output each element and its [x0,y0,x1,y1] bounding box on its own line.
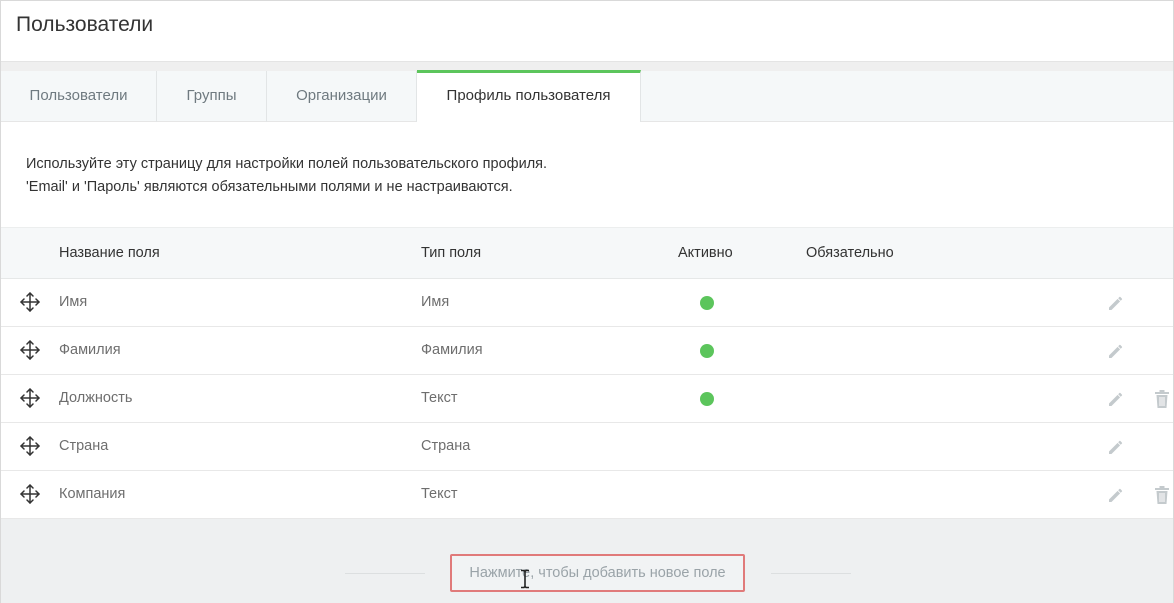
column-required: Обязательно [806,245,894,261]
field-type: Текст [421,390,458,406]
tab-organizations[interactable]: Организации [267,71,417,122]
active-status-dot [700,344,714,358]
tab-users[interactable]: Пользователи [1,71,157,122]
field-name: Компания [59,486,126,502]
pencil-icon[interactable] [1106,485,1126,505]
move-arrows-icon[interactable] [20,388,40,408]
active-status-dot [700,296,714,310]
field-type: Имя [421,294,450,310]
table-row: Компания Текст [1,471,1173,519]
add-field-area: Нажмите, чтобы добавить новое поле [1,519,1173,603]
tab-groups[interactable]: Группы [157,71,267,122]
table-row: Должность Текст [1,375,1173,423]
tab-bar: Пользователи Группы Организации Профиль … [1,70,1173,122]
field-name: Страна [59,438,109,454]
tab-user-profile[interactable]: Профиль пользователя [417,70,641,122]
page-header: Пользователи [1,1,1173,61]
table-row: Имя Имя [1,279,1173,327]
move-arrows-icon[interactable] [20,340,40,360]
active-status-dot [700,392,714,406]
table-row: Фамилия Фамилия [1,327,1173,375]
table-header: Название поля Тип поля Активно Обязатель… [1,227,1173,279]
field-name: Имя [59,294,88,310]
users-panel: Пользователи Пользователи Группы Организ… [0,0,1174,603]
description-line-1: Используйте эту страницу для настройки п… [26,156,548,172]
text-cursor-icon [521,569,529,589]
pencil-icon[interactable] [1106,293,1126,313]
move-arrows-icon[interactable] [20,292,40,312]
add-new-field-button[interactable]: Нажмите, чтобы добавить новое поле [450,554,745,592]
field-name: Должность [59,390,133,406]
field-type: Фамилия [421,342,483,358]
move-arrows-icon[interactable] [20,484,40,504]
column-active: Активно [678,245,733,261]
field-type: Текст [421,486,458,502]
page-title: Пользователи [16,13,154,36]
field-name: Фамилия [59,342,121,358]
description-line-2: 'Email' и 'Пароль' являются обязательным… [26,179,513,195]
column-field-type: Тип поля [421,245,482,261]
divider-left [345,573,425,574]
divider-right [771,573,851,574]
field-type: Страна [421,438,471,454]
table-row: Страна Страна [1,423,1173,471]
trash-icon[interactable] [1153,485,1171,505]
move-arrows-icon[interactable] [20,436,40,456]
page-description: Используйте эту страницу для настройки п… [26,153,547,199]
trash-icon[interactable] [1153,389,1171,409]
pencil-icon[interactable] [1106,437,1126,457]
column-field-name: Название поля [59,245,160,261]
pencil-icon[interactable] [1106,389,1126,409]
pencil-icon[interactable] [1106,341,1126,361]
